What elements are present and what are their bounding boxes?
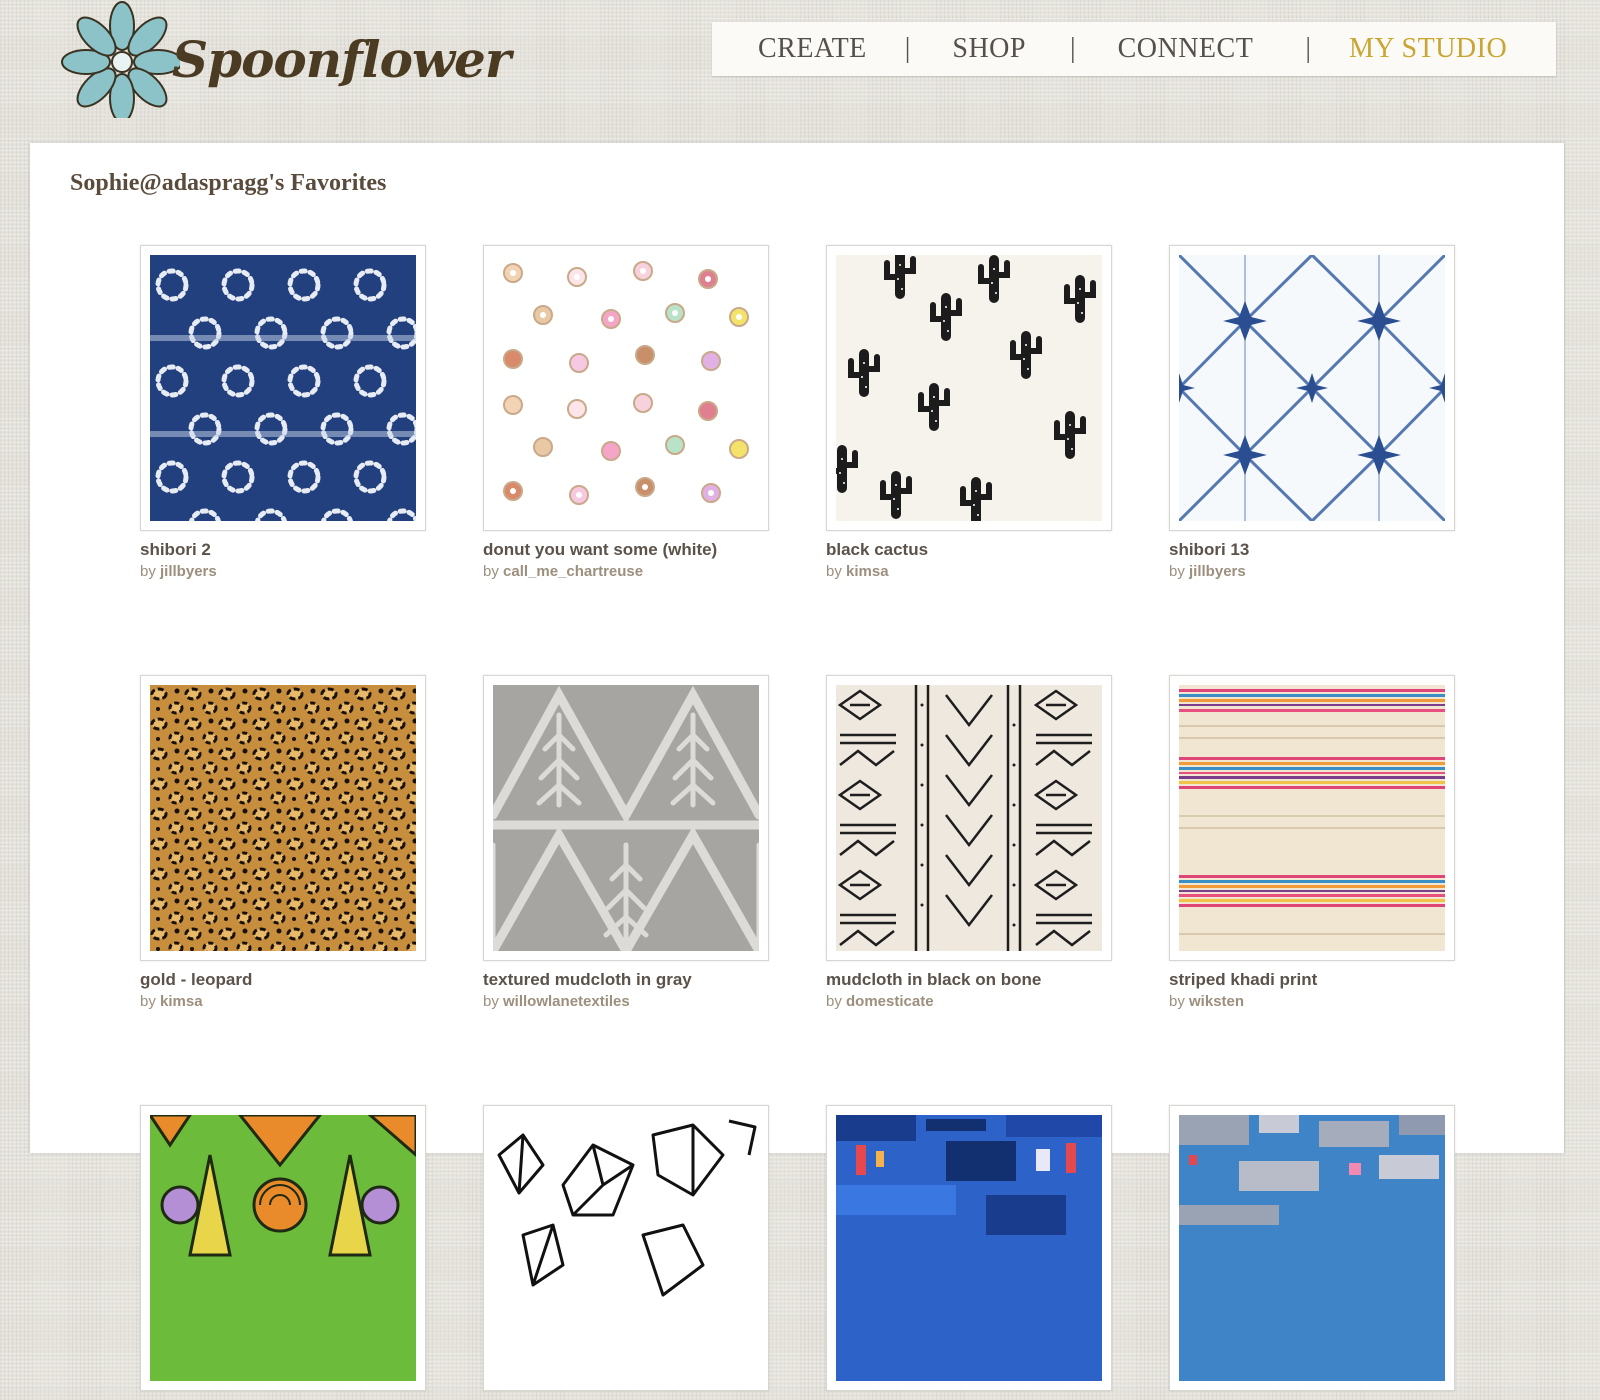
designer-link[interactable]: willowlanetextiles <box>503 993 630 1010</box>
shibori-pattern-image <box>150 255 416 521</box>
bone-mudcloth-pattern-image <box>836 685 1102 951</box>
designer-credit: by willowlanetextiles <box>483 993 769 1010</box>
designer-credit: by jillbyers <box>140 563 426 580</box>
crystal-outline-pattern-image <box>493 1115 759 1381</box>
favorites-panel: Sophie@adaspragg's Favorites shibori 2 b… <box>30 143 1564 1391</box>
favorite-item: black cactus by kimsa <box>826 245 1112 580</box>
design-thumbnail[interactable] <box>826 675 1112 961</box>
by-label: by <box>483 563 499 580</box>
nav-create[interactable]: CREATE <box>758 33 867 65</box>
designer-link[interactable]: jillbyers <box>160 563 217 580</box>
design-thumbnail[interactable] <box>140 245 426 531</box>
blue-glitch-pattern-image <box>836 1115 1102 1381</box>
by-label: by <box>140 563 156 580</box>
nav-separator: | <box>904 33 911 64</box>
designer-link[interactable]: wiksten <box>1189 993 1244 1010</box>
donut-pattern-image <box>493 255 759 521</box>
design-thumbnail[interactable] <box>1169 1105 1455 1391</box>
site-header: Spoonflower CREATE | SHOP | CONNECT | MY… <box>0 0 1600 140</box>
designer-link[interactable]: domesticate <box>846 993 934 1010</box>
by-label: by <box>483 993 499 1010</box>
logo-wordmark: Spoonflower <box>172 30 511 89</box>
khadi-stripe-pattern-image <box>1179 685 1445 951</box>
design-thumbnail[interactable] <box>483 1105 769 1391</box>
leopard-pattern-image <box>150 685 416 951</box>
design-thumbnail[interactable] <box>140 675 426 961</box>
designer-credit: by domesticate <box>826 993 1112 1010</box>
favorite-item: mudcloth in black on bone by domesticate <box>826 675 1112 1010</box>
favorite-item: gold - leopard by kimsa <box>140 675 426 1010</box>
by-label: by <box>1169 993 1185 1010</box>
nav-separator: | <box>1305 33 1311 64</box>
cactus-pattern-image <box>836 255 1102 521</box>
nav-connect[interactable]: CONNECT <box>1118 33 1254 65</box>
by-label: by <box>826 993 842 1010</box>
favorite-item: donut you want some (white) by call_me_c… <box>483 245 769 580</box>
designer-credit: by kimsa <box>826 563 1112 580</box>
favorite-item <box>826 1105 1112 1400</box>
design-name[interactable]: textured mudcloth in gray <box>483 970 769 990</box>
favorite-item <box>1169 1105 1455 1400</box>
designer-link[interactable]: call_me_chartreuse <box>503 563 643 580</box>
design-thumbnail[interactable] <box>1169 675 1455 961</box>
design-thumbnail[interactable] <box>1169 245 1455 531</box>
design-name[interactable]: mudcloth in black on bone <box>826 970 1112 990</box>
by-label: by <box>826 563 842 580</box>
shibori-grid-pattern-image <box>1179 255 1445 521</box>
design-name[interactable]: striped khadi print <box>1169 970 1455 990</box>
designer-link[interactable]: kimsa <box>846 563 889 580</box>
favorites-grid: shibori 2 by jillbyers donut you want so… <box>140 245 1455 1400</box>
design-thumbnail[interactable] <box>826 245 1112 531</box>
design-name[interactable]: gold - leopard <box>140 970 426 990</box>
favorite-item: striped khadi print by wiksten <box>1169 675 1455 1010</box>
gray-mudcloth-pattern-image <box>493 685 759 951</box>
design-name[interactable]: donut you want some (white) <box>483 540 769 560</box>
by-label: by <box>1169 563 1185 580</box>
design-name[interactable]: shibori 2 <box>140 540 426 560</box>
design-thumbnail[interactable] <box>826 1105 1112 1391</box>
nav-my-studio[interactable]: MY STUDIO <box>1349 33 1507 65</box>
designer-credit: by wiksten <box>1169 993 1455 1010</box>
design-name[interactable]: shibori 13 <box>1169 540 1455 560</box>
design-thumbnail[interactable] <box>483 675 769 961</box>
favorite-item: textured mudcloth in gray by willowlanet… <box>483 675 769 1010</box>
favorite-item: shibori 2 by jillbyers <box>140 245 426 580</box>
designer-link[interactable]: jillbyers <box>1189 563 1246 580</box>
spoonflower-logo[interactable]: Spoonflower <box>60 0 511 118</box>
by-label: by <box>140 993 156 1010</box>
favorite-item: shibori 13 by jillbyers <box>1169 245 1455 580</box>
blue-gray-glitch-pattern-image <box>1179 1115 1445 1381</box>
design-thumbnail[interactable] <box>483 245 769 531</box>
design-name[interactable]: black cactus <box>826 540 1112 560</box>
designer-credit: by kimsa <box>140 993 426 1010</box>
favorite-item <box>140 1105 426 1400</box>
flower-icon <box>61 1 180 118</box>
nav-separator: | <box>1069 33 1076 64</box>
favorite-item <box>483 1105 769 1400</box>
main-nav: CREATE | SHOP | CONNECT | MY STUDIO <box>712 22 1556 76</box>
nav-shop[interactable]: SHOP <box>952 33 1026 65</box>
designer-link[interactable]: kimsa <box>160 993 203 1010</box>
green-ornate-pattern-image <box>150 1115 416 1381</box>
designer-credit: by call_me_chartreuse <box>483 563 769 580</box>
page-title: Sophie@adaspragg's Favorites <box>70 170 387 196</box>
designer-credit: by jillbyers <box>1169 563 1455 580</box>
design-thumbnail[interactable] <box>140 1105 426 1391</box>
